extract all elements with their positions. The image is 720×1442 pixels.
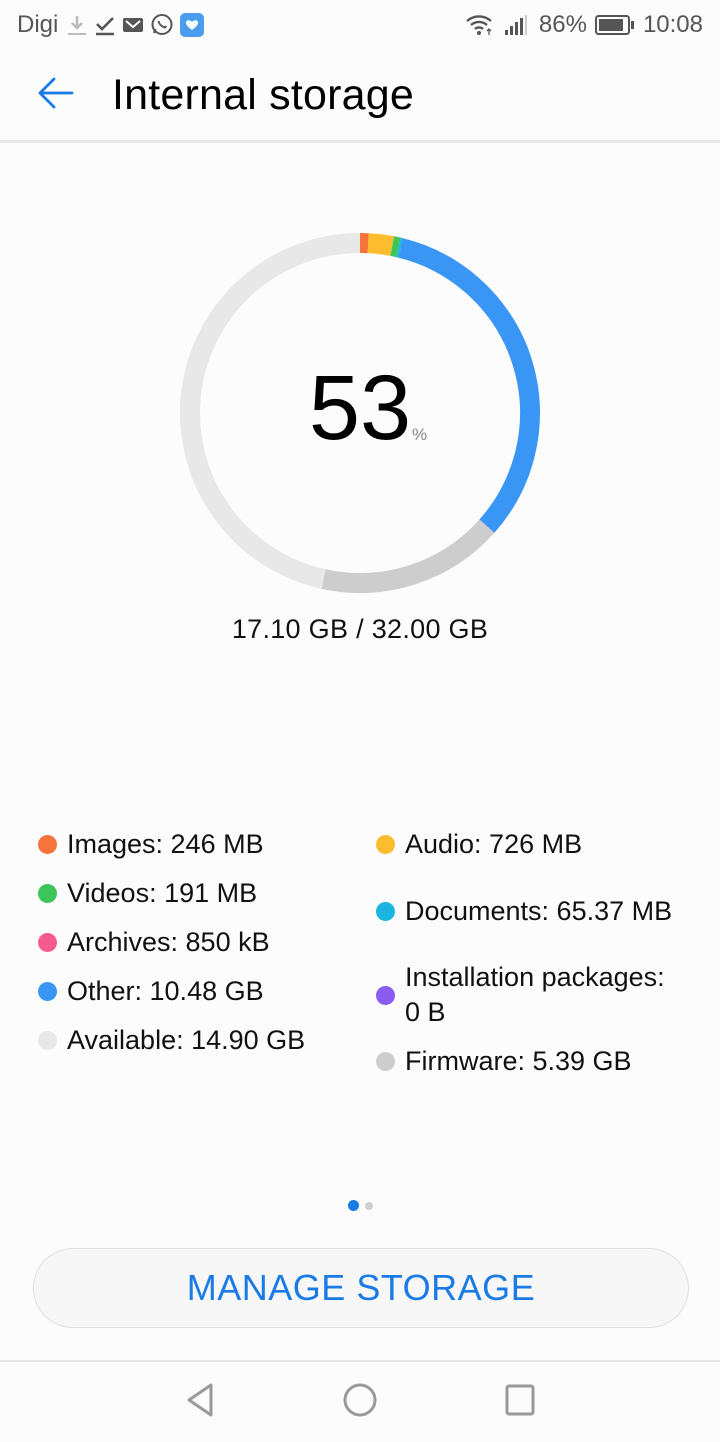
health-app-icon	[180, 13, 204, 37]
wifi-icon	[465, 13, 495, 37]
status-bar-right: 86% 10:08	[465, 11, 720, 39]
donut-segment-firmware	[324, 526, 487, 583]
legend-dot	[376, 986, 395, 1005]
nav-recents-button[interactable]	[500, 1382, 540, 1422]
legend-label: Images: 246 MB	[67, 827, 264, 862]
nav-home-icon	[342, 1382, 378, 1423]
legend-label: Firmware: 5.39 GB	[405, 1044, 632, 1079]
download-icon	[66, 13, 88, 37]
used-total-label: 17.10 GB / 32.00 GB	[0, 614, 720, 645]
page-indicator	[0, 1200, 720, 1211]
legend-item-audio: Audio: 726 MB	[376, 820, 676, 869]
legend-item-available: Available: 14.90 GB	[38, 1016, 358, 1065]
legend-label: Audio: 726 MB	[405, 827, 582, 862]
signal-icon	[503, 13, 531, 37]
donut-segment-documents	[399, 247, 401, 248]
app-bar: Internal storage	[0, 50, 720, 143]
whatsapp-icon	[150, 13, 174, 37]
legend-dot	[376, 835, 395, 854]
legend-label: Documents: 65.37 MB	[405, 894, 672, 929]
usage-percent: 53	[309, 357, 411, 459]
legend-label: Available: 14.90 GB	[67, 1023, 305, 1058]
legend-column-right: Audio: 726 MB Documents: 65.37 MB Instal…	[376, 820, 676, 1086]
legend-label: Videos: 191 MB	[67, 876, 257, 911]
nav-home-button[interactable]	[340, 1382, 380, 1422]
legend-item-images: Images: 246 MB	[38, 820, 358, 869]
legend-dot	[38, 884, 57, 903]
donut-segment-audio	[368, 243, 392, 246]
navigation-bar	[0, 1360, 720, 1442]
nav-recents-icon	[504, 1383, 536, 1422]
task-done-icon	[94, 13, 116, 37]
arrow-left-icon	[36, 73, 76, 118]
percent-symbol: %	[412, 425, 427, 445]
legend-label: Installation packages: 0 B	[405, 960, 676, 1030]
legend-dot	[38, 835, 57, 854]
carrier-name: Digi	[17, 11, 58, 39]
legend-label: Archives: 850 kB	[67, 925, 270, 960]
status-bar-left: Digi	[0, 11, 204, 39]
donut-segment-videos	[392, 246, 398, 247]
legend-item-firmware: Firmware: 5.39 GB	[376, 1037, 676, 1086]
legend-item-other: Other: 10.48 GB	[38, 967, 358, 1016]
legend-item-documents: Documents: 65.37 MB	[376, 869, 676, 953]
nav-back-button[interactable]	[180, 1382, 220, 1422]
clock: 10:08	[643, 11, 703, 39]
battery-icon	[595, 14, 635, 36]
legend-dot	[38, 982, 57, 1001]
battery-percent: 86%	[539, 11, 587, 39]
manage-storage-button[interactable]: MANAGE STORAGE	[33, 1248, 689, 1328]
legend-label: Other: 10.48 GB	[67, 974, 264, 1009]
legend-column-left: Images: 246 MB Videos: 191 MB Archives: …	[38, 820, 358, 1065]
page-dot-inactive[interactable]	[365, 1202, 373, 1210]
back-button[interactable]	[26, 65, 86, 125]
status-bar: Digi 86% 10:08	[0, 0, 720, 50]
nav-back-icon	[183, 1382, 217, 1423]
storage-usage-chart: 53% 17.10 GB / 32.00 GB	[0, 140, 720, 680]
page-dot-active[interactable]	[348, 1200, 359, 1211]
legend-item-videos: Videos: 191 MB	[38, 869, 358, 918]
legend-item-archives: Archives: 850 kB	[38, 918, 358, 967]
legend-item-installation-packages: Installation packages: 0 B	[376, 953, 676, 1037]
page-title: Internal storage	[112, 71, 414, 120]
legend-dot	[38, 933, 57, 952]
legend-dot	[38, 1031, 57, 1050]
usage-percent-display: 53%	[0, 356, 720, 461]
legend-dot	[376, 1052, 395, 1071]
gmail-icon	[122, 15, 144, 35]
legend-dot	[376, 902, 395, 921]
